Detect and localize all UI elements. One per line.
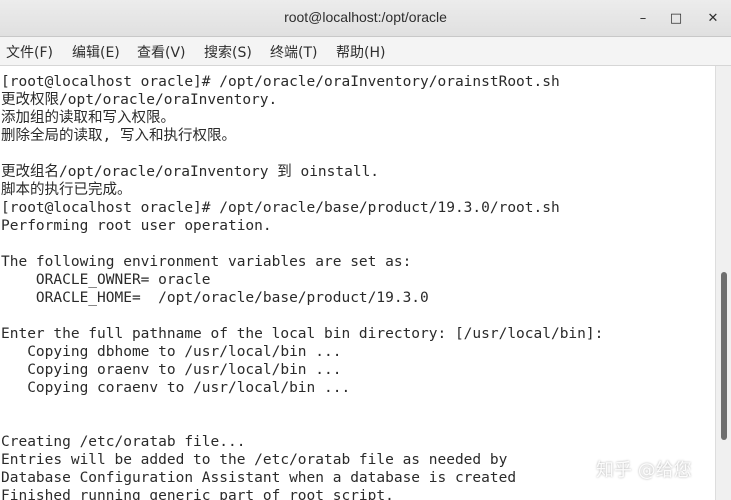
- watermark: 知乎 @给您: [596, 460, 692, 481]
- terminal-line: Entries will be added to the /etc/oratab…: [1, 452, 508, 468]
- terminal-line: Finished running generic part of root sc…: [1, 488, 394, 500]
- terminal-line: Copying oraenv to /usr/local/bin ...: [1, 362, 342, 378]
- terminal-line: Copying coraenv to /usr/local/bin ...: [1, 380, 351, 396]
- menu-search[interactable]: 搜索(S): [204, 42, 252, 62]
- terminal-line: 添加组的读取和写入权限。: [1, 110, 175, 126]
- terminal-line: Database Configuration Assistant when a …: [1, 470, 517, 486]
- menu-file[interactable]: 文件(F): [6, 42, 53, 62]
- scrollbar-thumb[interactable]: [721, 272, 727, 440]
- terminal-line: ORACLE_HOME= /opt/oracle/base/product/19…: [1, 290, 429, 306]
- minimize-button[interactable]: –: [633, 8, 653, 28]
- terminal-line: Copying dbhome to /usr/local/bin ...: [1, 344, 342, 360]
- close-button[interactable]: ✕: [703, 8, 723, 28]
- menu-help[interactable]: 帮助(H): [336, 42, 385, 62]
- terminal-window: root@localhost:/opt/oracle – □ ✕ 文件(F) 编…: [0, 0, 731, 500]
- terminal-output[interactable]: [root@localhost oracle]# /opt/oracle/ora…: [0, 66, 715, 500]
- terminal-line: 更改权限/opt/oracle/oraInventory.: [1, 92, 278, 108]
- terminal-line: Creating /etc/oratab file...: [1, 434, 246, 450]
- menu-view[interactable]: 查看(V): [137, 42, 186, 62]
- vertical-scrollbar[interactable]: [715, 66, 731, 500]
- terminal-line: [root@localhost oracle]# /opt/oracle/ora…: [1, 74, 560, 90]
- menu-edit[interactable]: 编辑(E): [72, 42, 120, 62]
- window-title: root@localhost:/opt/oracle: [284, 9, 447, 25]
- terminal-line: 更改组名/opt/oracle/oraInventory 到 oinstall.: [1, 164, 380, 180]
- terminal-line: Performing root user operation.: [1, 218, 272, 234]
- title-bar[interactable]: root@localhost:/opt/oracle – □ ✕: [0, 0, 731, 37]
- menu-terminal[interactable]: 终端(T): [270, 42, 317, 62]
- terminal-line: The following environment variables are …: [1, 254, 412, 270]
- terminal-line: [root@localhost oracle]# /opt/oracle/bas…: [1, 200, 560, 216]
- terminal-line: Enter the full pathname of the local bin…: [1, 326, 604, 342]
- menu-bar: 文件(F) 编辑(E) 查看(V) 搜索(S) 终端(T) 帮助(H): [0, 37, 731, 66]
- terminal-line: 脚本的执行已完成。: [1, 182, 132, 198]
- maximize-button[interactable]: □: [666, 8, 686, 28]
- terminal-line: 删除全局的读取, 写入和执行权限。: [1, 128, 236, 144]
- terminal-line: ORACLE_OWNER= oracle: [1, 272, 211, 288]
